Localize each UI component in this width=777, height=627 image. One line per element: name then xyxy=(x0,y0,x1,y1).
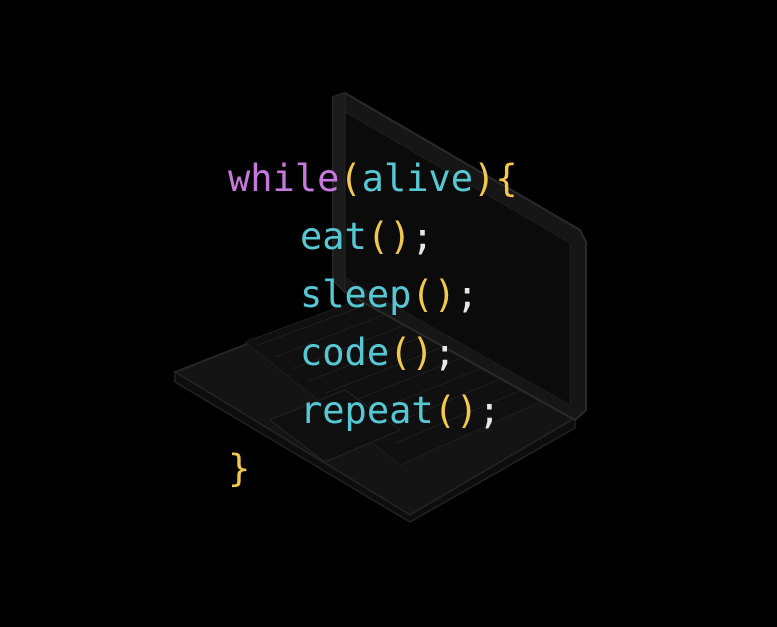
code-line-3: sleep(); xyxy=(300,266,478,324)
semicolon: ; xyxy=(478,389,501,432)
open-brace: { xyxy=(495,157,518,200)
background: while(alive){ eat(); sleep(); code(); re… xyxy=(0,0,777,627)
code-line-4: code(); xyxy=(300,324,456,382)
parens: () xyxy=(366,215,412,258)
parens: () xyxy=(433,389,479,432)
code-block: while(alive){ eat(); sleep(); code(); re… xyxy=(0,0,777,627)
code-line-2: eat(); xyxy=(300,208,434,266)
close-brace: } xyxy=(228,447,251,490)
fn-sleep: sleep xyxy=(300,273,412,316)
semicolon: ; xyxy=(411,215,434,258)
parens: () xyxy=(389,331,434,374)
code-line-6: } xyxy=(228,440,250,498)
semicolon: ; xyxy=(433,331,456,374)
close-paren: ) xyxy=(473,157,496,200)
semicolon: ; xyxy=(455,273,479,316)
parens: () xyxy=(411,273,456,316)
open-paren: ( xyxy=(339,157,362,200)
code-line-5: repeat(); xyxy=(300,382,501,440)
fn-code: code xyxy=(300,331,390,374)
arg-alive: alive xyxy=(361,157,474,200)
fn-eat: eat xyxy=(300,215,367,258)
code-line-1: while(alive){ xyxy=(228,150,518,208)
keyword-while: while xyxy=(228,157,340,200)
fn-repeat: repeat xyxy=(300,389,434,432)
